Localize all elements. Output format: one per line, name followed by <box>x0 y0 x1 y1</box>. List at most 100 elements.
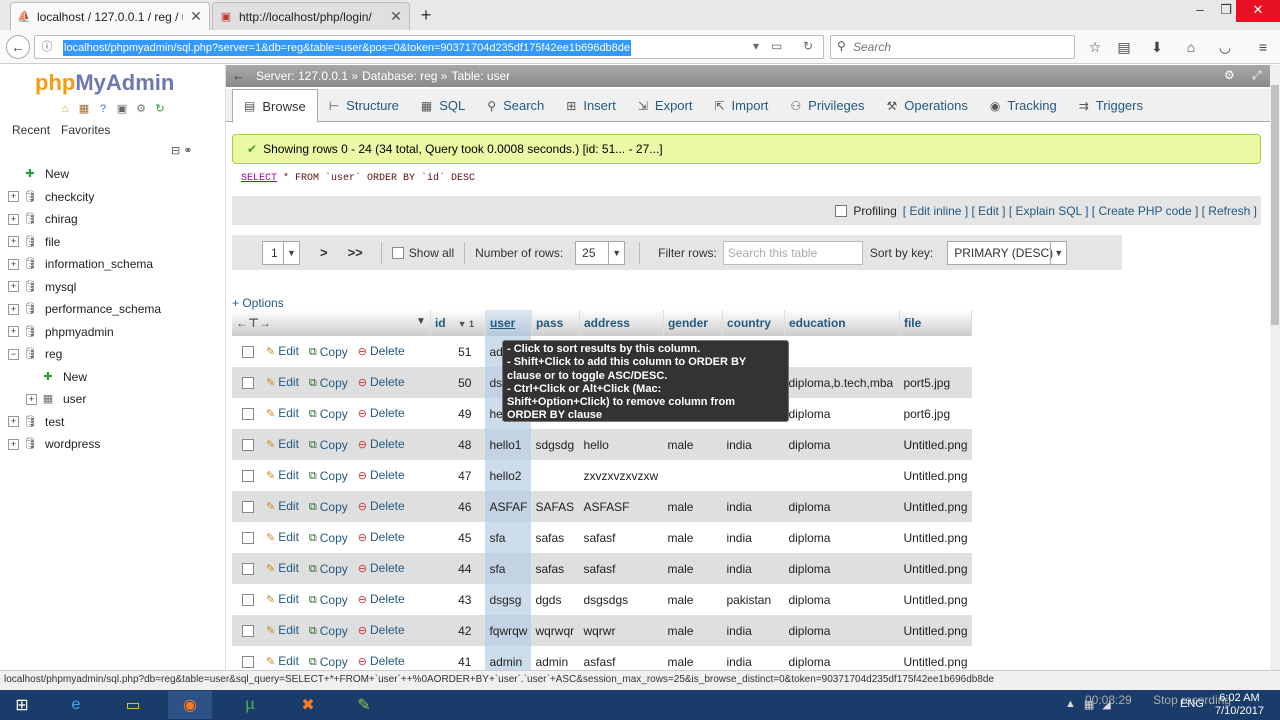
tab-import[interactable]: ⇱ Import <box>703 89 779 122</box>
options-link[interactable]: + Options <box>232 296 284 310</box>
cell-country[interactable]: india <box>722 615 785 646</box>
cell-education[interactable] <box>784 460 900 491</box>
expand-icon[interactable]: + <box>8 258 19 270</box>
delete-row-button[interactable]: ⊖ Delete <box>358 530 405 544</box>
new-tab-button[interactable]: + <box>415 4 437 26</box>
edit-row-button[interactable]: ✎ Edit <box>266 530 299 544</box>
cell-country[interactable]: india <box>722 491 785 522</box>
expand-icon[interactable]: + <box>8 303 19 315</box>
cell-id[interactable]: 47 <box>430 460 486 491</box>
cell-gender[interactable]: male <box>663 522 723 553</box>
cell-education[interactable]: diploma <box>784 491 900 522</box>
recent-tab[interactable]: Recent <box>12 123 50 137</box>
copy-row-button[interactable]: ⧉ Copy <box>309 500 348 514</box>
maximize-icon[interactable]: ⤢ <box>1252 68 1262 83</box>
column-menu-icon[interactable]: ▼ <box>416 316 426 327</box>
delete-row-button[interactable]: ⊖ Delete <box>358 561 405 575</box>
row-checkbox[interactable] <box>242 563 254 576</box>
search-bar[interactable]: ⚲ <box>830 35 1075 59</box>
tab-tracking[interactable]: ◉ Tracking <box>979 89 1068 122</box>
cell-pass[interactable]: SAFAS <box>531 491 580 522</box>
column-header-education[interactable]: education <box>784 310 900 336</box>
cell-country[interactable]: india <box>722 553 785 584</box>
cell-file[interactable]: Untitled.png <box>899 522 972 553</box>
cell-id[interactable]: 44 <box>430 553 486 584</box>
create-php-code-link[interactable]: [ Create PHP code ] <box>1092 204 1199 218</box>
edit-row-button[interactable]: ✎ Edit <box>266 375 299 389</box>
row-checkbox[interactable] <box>242 439 254 452</box>
cell-id[interactable]: 49 <box>430 398 486 429</box>
tree-item-mysql[interactable]: + 🛢 mysql <box>8 276 223 299</box>
menu-icon[interactable]: ≡ <box>1252 36 1274 58</box>
expand-icon[interactable]: + <box>8 281 19 293</box>
copy-row-button[interactable]: ⧉ Copy <box>309 345 348 359</box>
copy-row-button[interactable]: ⧉ Copy <box>309 562 348 576</box>
settings-icon[interactable]: ⚙ <box>134 102 148 116</box>
edit-row-button[interactable]: ✎ Edit <box>266 623 299 637</box>
cell-address[interactable]: asfasf <box>579 646 664 670</box>
cell-education[interactable]: diploma <box>784 429 900 460</box>
library-icon[interactable]: ▤ <box>1113 36 1135 58</box>
cell-address[interactable]: safasf <box>579 522 664 553</box>
delete-row-button[interactable]: ⊖ Delete <box>358 499 405 513</box>
collapse-all-icon[interactable]: ⊟ ⚭ <box>171 144 193 157</box>
settings-icon[interactable]: ⚙ <box>1224 68 1235 82</box>
cell-id[interactable]: 41 <box>430 646 486 670</box>
tree-item-user[interactable]: + ▦ user <box>8 388 223 411</box>
breadcrumb-table[interactable]: Table: user <box>451 69 510 83</box>
edit-row-button[interactable]: ✎ Edit <box>266 344 299 358</box>
cell-id[interactable]: 50 <box>430 367 486 398</box>
column-header-country[interactable]: country <box>722 310 785 336</box>
cell-pass[interactable] <box>531 460 580 491</box>
browser-tab-login[interactable]: ▣ http://localhost/php/login/ ✕ <box>212 2 410 30</box>
cell-file[interactable]: Untitled.png <box>899 460 972 491</box>
info-icon[interactable]: ⓘ <box>39 39 55 55</box>
cell-pass[interactable]: safas <box>531 522 580 553</box>
expand-icon[interactable]: + <box>8 191 19 203</box>
cell-pass[interactable]: wqrwqr <box>531 615 580 646</box>
cell-gender[interactable]: male <box>663 429 723 460</box>
cell-country[interactable]: india <box>722 522 785 553</box>
copy-row-button[interactable]: ⧉ Copy <box>309 624 348 638</box>
notepad-icon[interactable]: ✎ <box>342 691 386 719</box>
row-checkbox[interactable] <box>242 377 254 390</box>
cell-address[interactable]: dsgsdgs <box>579 584 664 615</box>
tree-item-new[interactable]: ✚ New <box>8 163 223 186</box>
expand-icon[interactable]: + <box>8 213 19 225</box>
cell-gender[interactable]: male <box>663 646 723 670</box>
close-tab-icon[interactable]: ✕ <box>189 8 203 25</box>
tab-privileges[interactable]: ⚇ Privileges <box>779 89 875 122</box>
sql-query-icon[interactable]: ▦ <box>77 102 91 116</box>
cell-user[interactable]: ASFAF <box>485 491 532 522</box>
home-icon[interactable]: ⌂ <box>1180 36 1202 58</box>
scrollbar-thumb[interactable] <box>1271 85 1279 325</box>
cell-address[interactable]: ASFASF <box>579 491 664 522</box>
delete-row-button[interactable]: ⊖ Delete <box>358 654 405 668</box>
phpmyadmin-logo[interactable]: phpMyAdmin <box>35 70 174 96</box>
cell-user[interactable]: sfa <box>485 553 532 584</box>
help-icon[interactable]: ? <box>96 102 110 116</box>
edit-row-button[interactable]: ✎ Edit <box>266 561 299 575</box>
copy-row-button[interactable]: ⧉ Copy <box>309 593 348 607</box>
cell-education[interactable]: diploma <box>784 584 900 615</box>
cell-file[interactable]: Untitled.png <box>899 646 972 670</box>
back-button[interactable]: ← <box>6 35 30 59</box>
resize-arrows-icon[interactable]: ←⊤→ <box>236 316 271 330</box>
url-bar[interactable]: ⓘ localhost/phpmyadmin/sql.php?server=1&… <box>34 35 824 59</box>
cell-id[interactable]: 46 <box>430 491 486 522</box>
rows-select[interactable]: 25 ▼ <box>575 240 626 265</box>
edit-link[interactable]: [ Edit ] <box>972 204 1006 218</box>
cell-country[interactable]: india <box>722 646 785 670</box>
cell-user[interactable]: dsgsg <box>485 584 532 615</box>
tree-item-reg[interactable]: − 🛢 reg <box>8 343 223 366</box>
edit-row-button[interactable]: ✎ Edit <box>266 654 299 668</box>
copy-row-button[interactable]: ⧉ Copy <box>309 376 348 390</box>
cell-file[interactable] <box>899 336 972 367</box>
cell-user[interactable]: sfa <box>485 522 532 553</box>
close-tab-icon[interactable]: ✕ <box>389 8 403 25</box>
cell-gender[interactable]: male <box>663 615 723 646</box>
tab-export[interactable]: ⇲ Export <box>627 89 704 122</box>
start-button[interactable]: ⊞ <box>0 691 44 719</box>
tree-item-checkcity[interactable]: + 🛢 checkcity <box>8 186 223 209</box>
tree-item-test[interactable]: + 🛢 test <box>8 411 223 434</box>
